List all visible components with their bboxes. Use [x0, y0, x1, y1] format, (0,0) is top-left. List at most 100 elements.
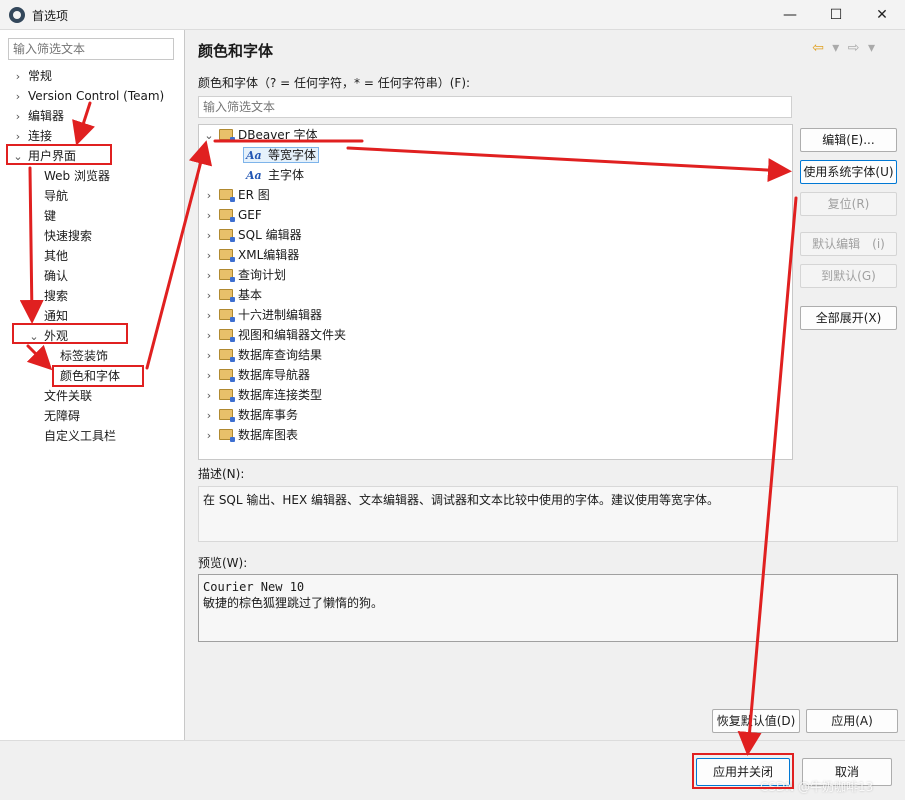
sidebar-item-quick-search[interactable]: 快速搜索	[44, 226, 92, 246]
forward-arrow-icon[interactable]: ⇨	[848, 40, 860, 56]
tree-item-connection-types[interactable]: › 数据库连接类型	[203, 385, 322, 405]
sidebar-item-colors-and-fonts[interactable]: 颜色和字体	[60, 366, 120, 386]
sidebar-item-user-interface[interactable]: ⌄ 用户界面	[12, 146, 76, 166]
tree-item-main-font[interactable]: Aa 主字体	[246, 165, 304, 185]
default-edit-button[interactable]: 默认编辑 (i)	[800, 232, 897, 256]
tree-label: 颜色和字体（? = 任何字符，* = 任何字符串）(F):	[198, 76, 471, 90]
chevron-right-icon[interactable]: ›	[203, 306, 215, 326]
tree-item-xml-editor[interactable]: › XML编辑器	[203, 245, 299, 265]
chevron-right-icon[interactable]: ›	[203, 206, 215, 226]
selected-font-entry[interactable]: Aa 等宽字体	[243, 147, 320, 163]
chevron-right-icon[interactable]: ›	[203, 266, 215, 286]
tree-item-query-results[interactable]: › 数据库查询结果	[203, 345, 322, 365]
font-preview: Courier New 10 敏捷的棕色狐狸跳过了懒惰的狗。	[198, 574, 898, 642]
folder-icon	[219, 249, 235, 262]
chevron-down-icon[interactable]: ⌄	[28, 327, 40, 347]
tree-item-label: DBeaver 字体	[238, 128, 318, 142]
sidebar-item-label-decorations[interactable]: 标签装饰	[60, 346, 108, 366]
chevron-right-icon[interactable]: ›	[203, 366, 215, 386]
maximize-button[interactable]: ☐	[813, 0, 859, 30]
chevron-right-icon[interactable]: ›	[203, 226, 215, 246]
font-icon: Aa	[246, 169, 262, 182]
chevron-right-icon[interactable]: ›	[12, 107, 24, 127]
chevron-right-icon[interactable]: ›	[203, 186, 215, 206]
sidebar-item-label: 文件关联	[44, 389, 93, 403]
sidebar-item-file-associations[interactable]: 文件关联	[44, 386, 92, 406]
chevron-right-icon[interactable]: ›	[203, 346, 215, 366]
sidebar-item-label: 确认	[44, 269, 69, 283]
font-filter-input[interactable]	[198, 96, 792, 118]
sidebar-item-appearance[interactable]: ⌄ 外观	[28, 326, 68, 346]
sidebar-item-general[interactable]: › 常规	[12, 66, 52, 86]
tree-item-db-diagrams[interactable]: › 数据库图表	[203, 425, 298, 445]
preview-label: 预览(W):	[198, 556, 248, 570]
sidebar-item-label: 连接	[28, 129, 53, 143]
sidebar-item-label: 外观	[44, 329, 69, 343]
tree-item-sql-editor[interactable]: › SQL 编辑器	[203, 225, 302, 245]
folder-icon	[219, 189, 235, 202]
expand-all-button[interactable]: 全部展开(X)	[800, 306, 897, 330]
sidebar-item-connections[interactable]: › 连接	[12, 126, 52, 146]
chevron-right-icon[interactable]: ›	[203, 286, 215, 306]
sidebar-item-search[interactable]: 搜索	[44, 286, 68, 306]
folder-icon	[219, 349, 235, 362]
tree-item-transactions[interactable]: › 数据库事务	[203, 405, 298, 425]
sidebar-item-web-browser[interactable]: Web 浏览器	[44, 166, 110, 186]
tree-item-query-plan[interactable]: › 查询计划	[203, 265, 286, 285]
page-navigation: ⇦ ▾ ⇨ ▾	[808, 40, 875, 56]
preferences-sidebar: › 常规 › Version Control (Team) › 编辑器 › 连接 ⌄ 用户…	[0, 30, 185, 740]
sidebar-item-version-control[interactable]: › Version Control (Team)	[12, 86, 164, 106]
sidebar-item-notifications[interactable]: 通知	[44, 306, 68, 326]
sidebar-item-editors[interactable]: › 编辑器	[12, 106, 64, 126]
sidebar-item-other[interactable]: 其他	[44, 246, 68, 266]
sidebar-item-navigation[interactable]: 导航	[44, 186, 68, 206]
chevron-right-icon[interactable]: ›	[12, 87, 24, 107]
edit-button[interactable]: 编辑(E)...	[800, 128, 897, 152]
tree-item-view-editor-folders[interactable]: › 视图和编辑器文件夹	[203, 325, 346, 345]
use-system-font-button[interactable]: 使用系统字体(U)	[800, 160, 897, 184]
chevron-right-icon[interactable]: ›	[203, 426, 215, 446]
chevron-down-icon[interactable]: ⌄	[203, 126, 215, 146]
tree-item-hex-editor[interactable]: › 十六进制编辑器	[203, 305, 322, 325]
tree-item-er-diagram[interactable]: › ER 图	[203, 185, 270, 205]
preview-sample-text: 敏捷的棕色狐狸跳过了懒惰的狗。	[203, 596, 384, 610]
tree-item-basic[interactable]: › 基本	[203, 285, 262, 305]
chevron-down-icon[interactable]: ⌄	[12, 147, 24, 167]
description-label: 描述(N):	[198, 467, 245, 481]
folder-icon	[219, 289, 235, 302]
chevron-right-icon[interactable]: ›	[12, 67, 24, 87]
sidebar-item-label: 键	[44, 209, 57, 223]
tree-item-label: 数据库查询结果	[238, 348, 323, 362]
tree-item-db-navigator[interactable]: › 数据库导航器	[203, 365, 310, 385]
minimize-button[interactable]: —	[767, 0, 813, 30]
sidebar-filter-input[interactable]	[8, 38, 174, 60]
chevron-right-icon[interactable]: ›	[12, 127, 24, 147]
chevron-right-icon[interactable]: ›	[203, 406, 215, 426]
tree-item-label: 十六进制编辑器	[238, 308, 323, 322]
tree-item-label: XML编辑器	[238, 248, 300, 262]
chevron-right-icon[interactable]: ›	[203, 386, 215, 406]
reset-button[interactable]: 复位(R)	[800, 192, 897, 216]
restore-defaults-button[interactable]: 恢复默认值(D)	[712, 709, 800, 733]
back-dropdown-icon[interactable]: ▾	[832, 40, 839, 56]
sidebar-item-label: 颜色和字体	[60, 369, 121, 383]
apply-button[interactable]: 应用(A)	[806, 709, 898, 733]
font-tree: ⌄ DBeaver 字体 Aa 等宽字体 Aa 主字体 › ER 图 › GEF › SQL…	[198, 124, 793, 460]
forward-dropdown-icon[interactable]: ▾	[868, 40, 875, 56]
sidebar-item-accessibility[interactable]: 无障碍	[44, 406, 80, 426]
sidebar-item-label: 搜索	[44, 289, 69, 303]
chevron-right-icon[interactable]: ›	[203, 326, 215, 346]
sidebar-item-confirm[interactable]: 确认	[44, 266, 68, 286]
tree-item-dbeaver-fonts[interactable]: ⌄ DBeaver 字体	[203, 125, 317, 145]
tree-item-label: 数据库连接类型	[238, 388, 323, 402]
tree-item-label: 数据库事务	[238, 408, 299, 422]
go-to-default-button[interactable]: 到默认(G)	[800, 264, 897, 288]
sidebar-item-keys[interactable]: 键	[44, 206, 56, 226]
sidebar-item-customize-toolbar[interactable]: 自定义工具栏	[44, 426, 116, 446]
tree-item-monospace-font[interactable]: Aa 等宽字体	[243, 145, 320, 165]
tree-item-gef[interactable]: › GEF	[203, 205, 262, 225]
back-arrow-icon[interactable]: ⇦	[812, 40, 824, 56]
close-button[interactable]: ✕	[859, 0, 905, 30]
chevron-right-icon[interactable]: ›	[203, 246, 215, 266]
sidebar-item-label: 常规	[28, 69, 53, 83]
